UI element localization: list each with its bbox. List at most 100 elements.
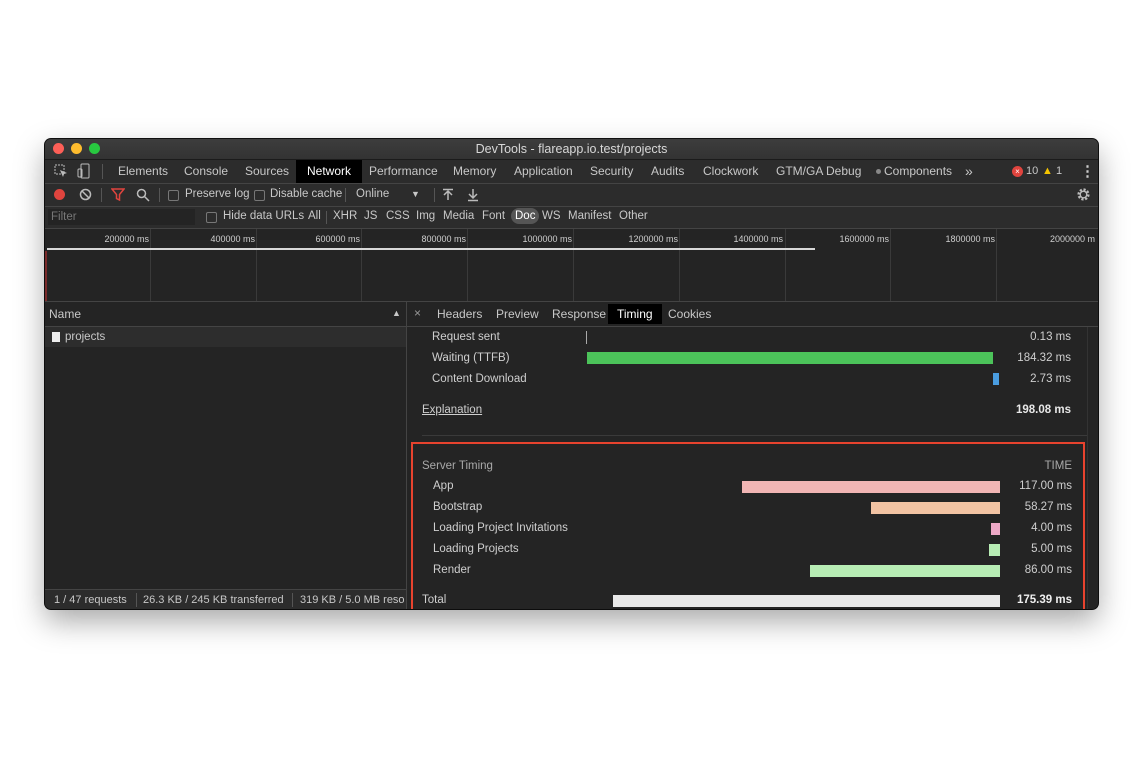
- transferred-size: 26.3 KB / 245 KB transferred: [143, 594, 284, 606]
- request-detail-pane: × Headers Preview Response Timing Cookie…: [407, 302, 1098, 609]
- type-filter-media[interactable]: Media: [443, 210, 474, 222]
- status-bar: 1 / 47 requests 26.3 KB / 245 KB transfe…: [45, 589, 407, 609]
- error-icon[interactable]: ×: [1012, 166, 1023, 177]
- server-timing-label: App: [433, 480, 454, 492]
- disable-cache-label[interactable]: Disable cache: [270, 188, 342, 200]
- filter-input-box[interactable]: Filter: [48, 209, 195, 225]
- type-filter-all[interactable]: All: [308, 210, 321, 222]
- filter-icon[interactable]: [110, 188, 126, 206]
- type-filter-img[interactable]: Img: [416, 210, 435, 222]
- sort-asc-icon[interactable]: ▲: [392, 308, 401, 318]
- timeline-tick: 1400000 ms: [733, 234, 783, 244]
- tab-gtm-ga-debug[interactable]: GTM/GA Debug: [765, 160, 872, 183]
- timing-row-value: 0.13 ms: [1030, 331, 1071, 343]
- name-column-header[interactable]: Name ▲: [45, 302, 406, 327]
- tab-sources[interactable]: Sources: [234, 160, 300, 183]
- tab-network[interactable]: Network: [296, 160, 363, 183]
- tab-console[interactable]: Console: [173, 160, 239, 183]
- timeline-tick: 2000000 m: [1049, 234, 1095, 244]
- timeline-tick: 1200000 ms: [628, 234, 678, 244]
- type-filter-manifest[interactable]: Manifest: [568, 210, 611, 222]
- tab-security[interactable]: Security: [579, 160, 644, 183]
- waiting-ttfb-bar: [587, 352, 993, 364]
- time-column-header: TIME: [1044, 460, 1072, 472]
- disable-cache-checkbox[interactable]: [254, 190, 265, 201]
- network-toolbar: Preserve log Disable cache Online ▼: [45, 184, 1098, 207]
- tab-components[interactable]: Components: [873, 160, 963, 183]
- timing-row-value: 2.73 ms: [1030, 373, 1071, 385]
- server-timing-heading: Server Timing: [422, 460, 493, 472]
- server-timing-highlight: Server Timing TIME App 117.00 ms Bootstr…: [411, 442, 1085, 609]
- tab-application[interactable]: Application: [503, 160, 584, 183]
- type-filter-ws[interactable]: WS: [542, 210, 561, 222]
- server-timing-label: Loading Projects: [433, 543, 519, 555]
- kebab-menu-icon[interactable]: ⋮: [1080, 163, 1095, 180]
- timeline-tick: 1000000 ms: [522, 234, 572, 244]
- close-icon[interactable]: ×: [414, 306, 421, 320]
- type-filter-font[interactable]: Font: [482, 210, 505, 222]
- timing-total: 198.08 ms: [1016, 404, 1071, 416]
- server-timing-label: Loading Project Invitations: [433, 522, 568, 534]
- requests-count: 1 / 47 requests: [54, 594, 127, 606]
- timeline-tick: 600000 ms: [315, 234, 360, 244]
- request-list: Name ▲ projects: [45, 302, 407, 589]
- explanation-link[interactable]: Explanation: [422, 404, 482, 416]
- tab-cookies[interactable]: Cookies: [659, 304, 720, 324]
- tab-audits[interactable]: Audits: [640, 160, 695, 183]
- type-filter-xhr[interactable]: XHR: [333, 210, 357, 222]
- server-timing-value: 4.00 ms: [1031, 522, 1072, 534]
- hide-data-urls-checkbox[interactable]: [206, 212, 217, 223]
- tab-performance[interactable]: Performance: [358, 160, 449, 183]
- preserve-log-checkbox[interactable]: [168, 190, 179, 201]
- tab-headers[interactable]: Headers: [428, 304, 491, 324]
- title-bar: DevTools - flareapp.io.test/projects: [45, 139, 1098, 160]
- timing-row-label: Waiting (TTFB): [432, 352, 510, 364]
- panel-tab-bar: Elements Console Sources Network Perform…: [45, 160, 1098, 184]
- warning-icon[interactable]: ▲: [1042, 165, 1053, 177]
- hide-data-urls-label[interactable]: Hide data URLs: [223, 210, 304, 222]
- tab-elements[interactable]: Elements: [107, 160, 179, 183]
- tab-response[interactable]: Response: [543, 304, 615, 324]
- import-har-icon[interactable]: [442, 188, 454, 207]
- server-timing-total-bar: [613, 595, 1000, 607]
- warning-count[interactable]: 1: [1056, 165, 1062, 177]
- tab-preview[interactable]: Preview: [487, 304, 548, 324]
- timeline-marker: [45, 251, 47, 301]
- timeline-tick: 400000 ms: [210, 234, 255, 244]
- throttling-select[interactable]: Online: [356, 188, 389, 200]
- record-icon[interactable]: [54, 189, 65, 200]
- list-item[interactable]: projects: [45, 327, 406, 347]
- server-timing-value: 58.27 ms: [1024, 501, 1072, 513]
- tab-timing[interactable]: Timing: [608, 304, 662, 324]
- detail-tab-bar: × Headers Preview Response Timing Cookie…: [407, 302, 1098, 327]
- server-timing-label: Bootstrap: [433, 501, 483, 513]
- inspect-element-icon[interactable]: [54, 164, 68, 183]
- search-icon[interactable]: [136, 188, 150, 207]
- server-timing-value: 86.00 ms: [1024, 564, 1072, 576]
- type-filter-doc[interactable]: Doc: [511, 208, 540, 224]
- type-filter-css[interactable]: CSS: [386, 210, 410, 222]
- timeline-tick: 800000 ms: [421, 234, 466, 244]
- gear-icon[interactable]: [1076, 187, 1091, 207]
- type-filter-js[interactable]: JS: [364, 210, 377, 222]
- filter-input[interactable]: Filter: [51, 211, 77, 223]
- timeline-tick: 200000 ms: [104, 234, 149, 244]
- document-icon: [52, 332, 60, 342]
- scrollbar-track[interactable]: [1087, 327, 1088, 609]
- name-header-label[interactable]: Name: [49, 307, 81, 321]
- type-filter-other[interactable]: Other: [619, 210, 648, 222]
- tab-clockwork[interactable]: Clockwork: [692, 160, 769, 183]
- clear-icon[interactable]: [79, 188, 92, 206]
- timeline-overview[interactable]: 200000 ms 400000 ms 600000 ms 800000 ms …: [45, 229, 1098, 302]
- export-har-icon[interactable]: [467, 188, 479, 207]
- tab-memory[interactable]: Memory: [442, 160, 507, 183]
- device-toolbar-icon[interactable]: [77, 163, 91, 184]
- preserve-log-label[interactable]: Preserve log: [185, 188, 250, 200]
- request-name[interactable]: projects: [65, 331, 105, 343]
- chevron-down-icon[interactable]: ▼: [411, 189, 420, 199]
- resources-size: 319 KB / 5.0 MB reso: [300, 594, 405, 606]
- error-count[interactable]: 10: [1026, 165, 1038, 177]
- timing-row-label: Request sent: [432, 331, 500, 343]
- more-tabs-icon[interactable]: »: [954, 160, 984, 183]
- server-timing-value: 5.00 ms: [1031, 543, 1072, 555]
